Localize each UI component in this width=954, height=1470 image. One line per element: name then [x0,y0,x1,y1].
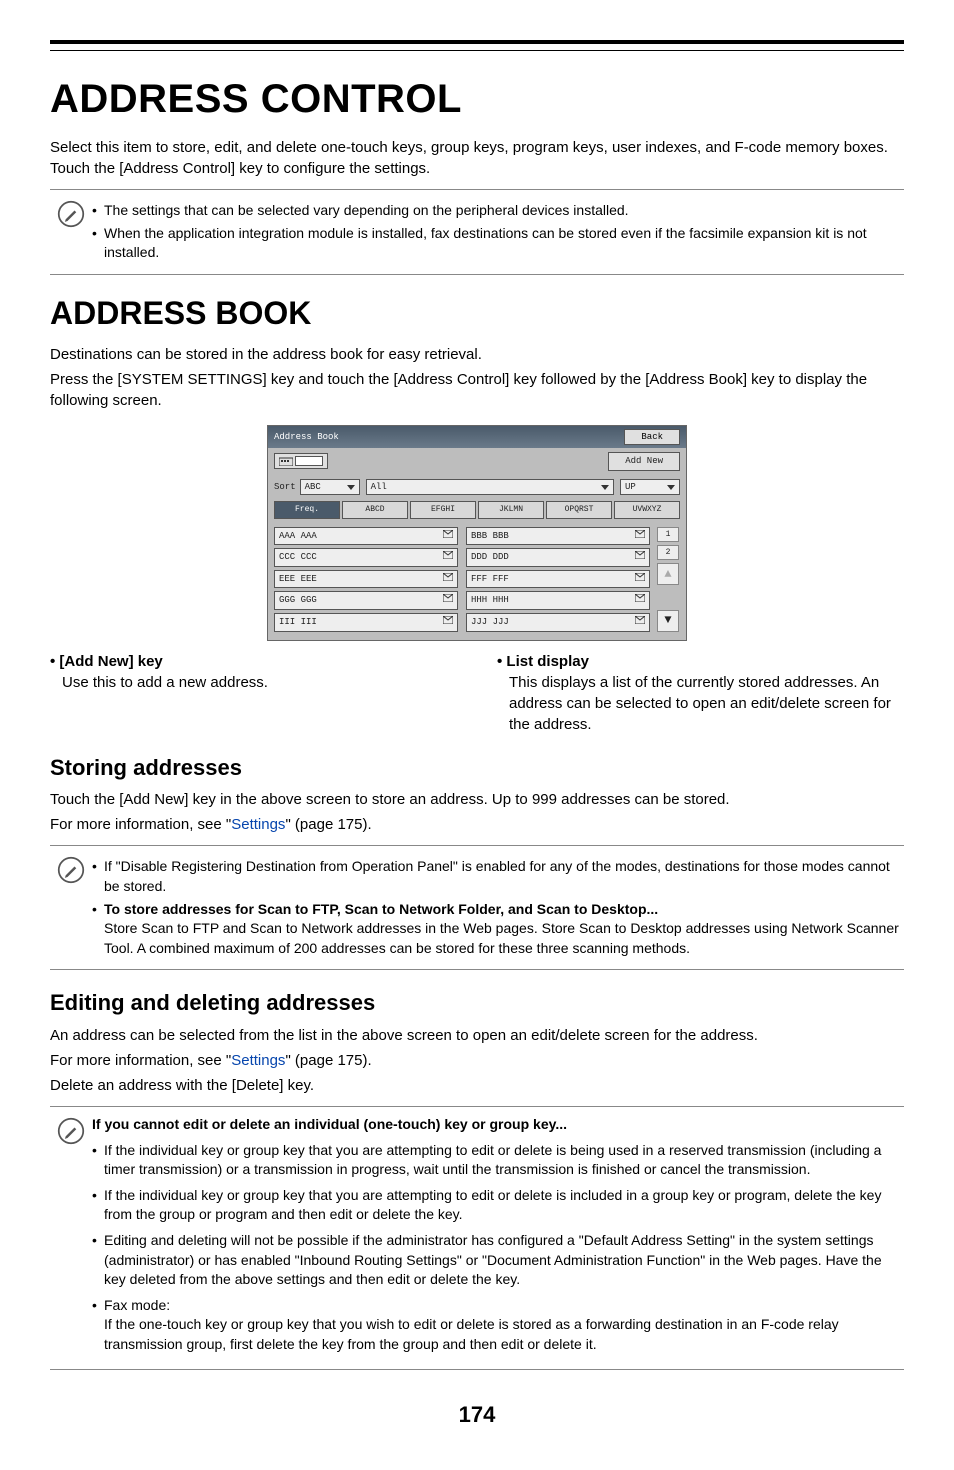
editing-title: Editing and deleting addresses [50,988,904,1019]
mail-icon [443,573,453,586]
note3-item3: Editing and deleting will not be possibl… [92,1231,904,1290]
editing-p2: For more information, see "Settings" (pa… [50,1050,904,1071]
page-indicator-2: 2 [657,545,679,560]
section-title: ADDRESS BOOK [50,291,904,336]
note3-heading: If you cannot edit or delete an individu… [92,1115,904,1135]
note-box-1: The settings that can be selected vary d… [50,189,904,275]
list-item[interactable]: III III [274,613,458,632]
tab-jklmn[interactable]: JKLMN [478,501,544,518]
mail-icon [635,551,645,564]
sort-label: Sort [274,481,296,494]
filter-select[interactable]: All [366,479,614,496]
mail-icon [635,616,645,629]
list-item[interactable]: EEE EEE [274,570,458,589]
address-book-screenshot: Address Book Back Add New Sort ABC All U… [267,425,687,641]
sort-select[interactable]: ABC [300,479,360,496]
mail-icon [443,616,453,629]
rule-thick [50,40,904,44]
note3-item4: Fax mode: If the one-touch key or group … [92,1296,904,1355]
list-item[interactable]: FFF FFF [466,570,650,589]
settings-link-1[interactable]: Settings [231,816,285,833]
tab-abcd[interactable]: ABCD [342,501,408,518]
tab-freq[interactable]: Freq. [274,501,340,518]
pencil-icon [50,1115,92,1145]
def-list-title: • List display [497,651,904,672]
def-list-body: This displays a list of the currently st… [497,672,904,735]
pencil-icon [50,198,92,228]
rule-thin [50,50,904,51]
list-item[interactable]: HHH HHH [466,591,650,610]
list-item[interactable]: CCC CCC [274,548,458,567]
note3-item1: If the individual key or group key that … [92,1141,904,1180]
note3-item2: If the individual key or group key that … [92,1186,904,1225]
intro-text: Select this item to store, edit, and del… [50,137,904,179]
tab-uvwxyz[interactable]: UVWXYZ [614,501,680,518]
note-box-3: If you cannot edit or delete an individu… [50,1106,904,1370]
storing-p2: For more information, see "Settings" (pa… [50,814,904,835]
editing-p3: Delete an address with the [Delete] key. [50,1075,904,1096]
list-item[interactable]: JJJ JJJ [466,613,650,632]
back-button[interactable]: Back [624,429,680,446]
up-select[interactable]: UP [620,479,680,496]
note-box-2: If "Disable Registering Destination from… [50,845,904,970]
tab-efghi[interactable]: EFGHI [410,501,476,518]
pencil-icon [50,854,92,884]
addressbook-p1: Destinations can be stored in the addres… [50,344,904,365]
note1-item1: The settings that can be selected vary d… [92,201,904,221]
mail-icon [635,573,645,586]
scroll-down-button[interactable]: ▼ [657,610,679,632]
page-indicator-1: 1 [657,527,679,542]
add-new-button[interactable]: Add New [608,452,680,471]
settings-link-2[interactable]: Settings [231,1052,285,1069]
mail-icon [443,594,453,607]
list-item[interactable]: BBB BBB [466,527,650,546]
addressbook-p2: Press the [SYSTEM SETTINGS] key and touc… [50,369,904,411]
note1-item2: When the application integration module … [92,224,904,263]
note2-item2: To store addresses for Scan to FTP, Scan… [92,900,904,959]
storing-title: Storing addresses [50,753,904,784]
def-addnew-title: • [Add New] key [50,651,457,672]
mail-icon [443,530,453,543]
list-item[interactable]: AAA AAA [274,527,458,546]
mail-icon [443,551,453,564]
mock-title: Address Book [274,431,339,444]
editing-p1: An address can be selected from the list… [50,1025,904,1046]
keyboard-icon[interactable] [274,453,328,469]
tab-opqrst[interactable]: OPQRST [546,501,612,518]
note2-item1: If "Disable Registering Destination from… [92,857,904,896]
list-item[interactable]: DDD DDD [466,548,650,567]
def-addnew-body: Use this to add a new address. [50,672,457,693]
mail-icon [635,594,645,607]
page-title: ADDRESS CONTROL [50,71,904,127]
scroll-up-button[interactable]: ▲ [657,563,679,585]
list-item[interactable]: GGG GGG [274,591,458,610]
page-number: 174 [50,1400,904,1431]
storing-p1: Touch the [Add New] key in the above scr… [50,789,904,810]
mail-icon [635,530,645,543]
